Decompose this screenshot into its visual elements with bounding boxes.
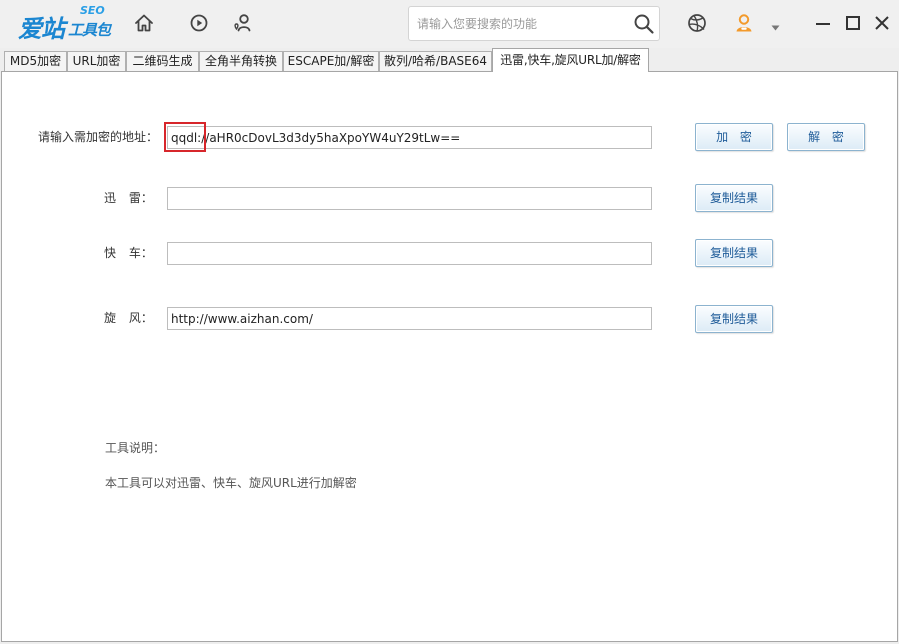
- xuanfeng-result-input[interactable]: [167, 307, 652, 330]
- user-location-icon[interactable]: [232, 12, 254, 34]
- thunder-copy-button[interactable]: 复制结果: [695, 184, 773, 212]
- xuanfeng-label: 旋 风：: [104, 311, 153, 325]
- tab-qrcode[interactable]: 二维码生成: [126, 51, 199, 71]
- home-icon[interactable]: [133, 12, 155, 34]
- source-url-input[interactable]: [167, 126, 652, 149]
- tab-url-encrypt[interactable]: URL加密: [67, 51, 126, 71]
- xuanfeng-copy-button[interactable]: 复制结果: [695, 305, 773, 333]
- maximize-icon[interactable]: [844, 14, 862, 32]
- description-text: 本工具可以对迅雷、快车、旋风URL进行加解密: [105, 476, 357, 490]
- tab-fullwidth-halfwidth[interactable]: 全角半角转换: [199, 51, 283, 71]
- play-circle-icon[interactable]: [188, 12, 210, 34]
- tab-md5[interactable]: MD5加密: [4, 51, 67, 71]
- logo-sub-text: 工具包: [68, 21, 111, 39]
- logo-main-text: 爱站: [18, 15, 65, 43]
- tab-hash-base64[interactable]: 散列/哈希/BASE64: [379, 51, 492, 71]
- flashget-copy-button[interactable]: 复制结果: [695, 239, 773, 267]
- chevron-down-icon[interactable]: [771, 20, 780, 31]
- flashget-result-input[interactable]: [167, 242, 652, 265]
- encrypt-button[interactable]: 加 密: [695, 123, 773, 151]
- search-input[interactable]: [417, 7, 629, 40]
- flashget-label: 快 车：: [104, 246, 153, 260]
- tool-panel: 请输入需加密的地址： 加 密 解 密 迅 雷： 复制结果 快 车： 复制结果 旋…: [1, 71, 898, 642]
- globe-icon[interactable]: [686, 12, 708, 34]
- minimize-icon[interactable]: [814, 14, 832, 32]
- logo-badge-text: SEO: [80, 4, 105, 17]
- source-url-label: 请输入需加密的地址：: [38, 130, 159, 144]
- description-title: 工具说明：: [105, 441, 166, 455]
- decrypt-button[interactable]: 解 密: [787, 123, 865, 151]
- tab-thunder-flashget-xuanfeng[interactable]: 迅雷,快车,旋风URL加/解密: [492, 48, 649, 72]
- thunder-label: 迅 雷：: [104, 191, 153, 205]
- search-icon[interactable]: [633, 13, 655, 35]
- close-icon[interactable]: [873, 14, 891, 32]
- thunder-result-input[interactable]: [167, 187, 652, 210]
- user-avatar-icon[interactable]: [733, 12, 755, 34]
- tab-escape[interactable]: ESCAPE加/解密: [283, 51, 379, 71]
- app-logo[interactable]: 爱站 SEO 工具包: [0, 0, 120, 46]
- search-box[interactable]: [408, 6, 660, 41]
- title-bar: 爱站 SEO 工具包: [0, 0, 899, 48]
